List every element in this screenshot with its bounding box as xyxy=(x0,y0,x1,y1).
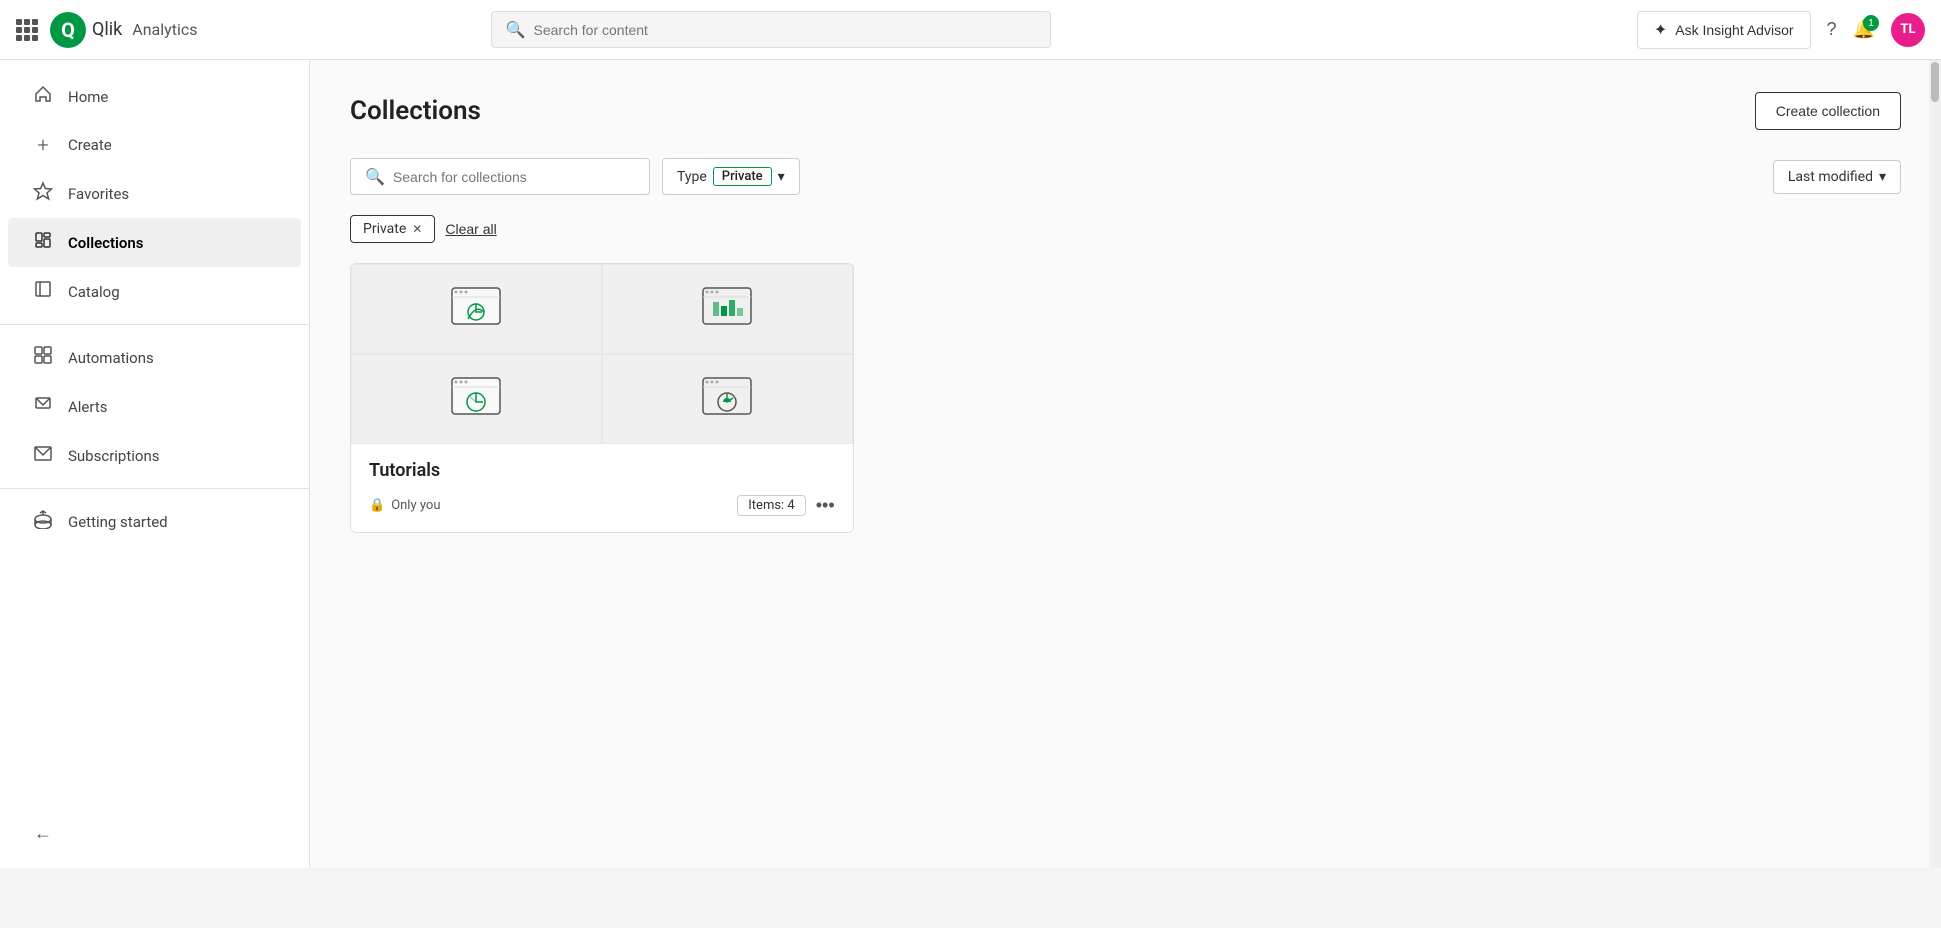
collection-owner-label: Only you xyxy=(391,498,440,513)
alerts-icon xyxy=(32,394,54,419)
sidebar-divider-2 xyxy=(0,488,309,489)
collection-search-bar: 🔍 xyxy=(350,158,650,195)
type-filter-dropdown[interactable]: Type Private ▾ xyxy=(662,158,800,195)
subscriptions-icon xyxy=(32,443,54,468)
getting-started-icon xyxy=(32,509,54,534)
sort-label: Last modified xyxy=(1788,169,1873,185)
sidebar-divider-1 xyxy=(0,324,309,325)
main-layout: Home + Create Favorites xyxy=(0,60,1941,868)
collection-card-tutorials[interactable]: Tutorials 🔒 Only you Items: 4 ••• xyxy=(350,263,854,533)
sidebar-collapse-button[interactable]: ← xyxy=(8,811,301,856)
create-collection-button[interactable]: Create collection xyxy=(1755,92,1901,130)
card-body: Tutorials 🔒 Only you Items: 4 ••• xyxy=(351,444,853,532)
collection-more-button[interactable]: ••• xyxy=(816,495,835,516)
notification-badge: 1 xyxy=(1863,15,1879,31)
collection-title: Tutorials xyxy=(369,460,835,481)
more-dots-icon: ••• xyxy=(816,495,835,516)
logo-qlik-text: Qlik xyxy=(92,19,122,40)
active-filters-row: Private ✕ Clear all xyxy=(350,215,1901,243)
scrollbar-thumb[interactable] xyxy=(1931,62,1939,102)
nav-left: Qlik Analytics xyxy=(16,12,197,48)
sidebar-bottom: ← xyxy=(0,811,309,856)
sidebar-item-favorites[interactable]: Favorites xyxy=(8,169,301,218)
sidebar-item-getting-started[interactable]: Getting started xyxy=(8,497,301,546)
search-icon: 🔍 xyxy=(506,20,526,39)
sidebar: Home + Create Favorites xyxy=(0,60,310,868)
catalog-icon xyxy=(32,279,54,304)
qlik-logo-circle xyxy=(50,12,86,48)
sidebar-item-catalog[interactable]: Catalog xyxy=(8,267,301,316)
thumb-3 xyxy=(351,354,602,444)
thumb-4 xyxy=(602,354,853,444)
type-filter-value: Private xyxy=(713,167,772,186)
insight-advisor-icon: ✦ xyxy=(1654,20,1667,40)
sidebar-item-home-label: Home xyxy=(68,88,108,106)
notifications-button[interactable]: 🔔 1 xyxy=(1853,19,1875,40)
sidebar-item-catalog-label: Catalog xyxy=(68,283,120,301)
collection-search-input[interactable] xyxy=(393,169,635,185)
main-content: Collections Create collection 🔍 Type Pri… xyxy=(310,60,1941,868)
private-filter-label: Private xyxy=(363,221,406,237)
page-header: Collections Create collection xyxy=(350,92,1901,130)
sidebar-item-create-label: Create xyxy=(68,136,112,154)
nav-right: ✦ Ask Insight Advisor ? 🔔 1 TL xyxy=(1637,11,1925,49)
global-search-input[interactable] xyxy=(534,22,1036,38)
collections-grid: Tutorials 🔒 Only you Items: 4 ••• xyxy=(350,263,1901,533)
sidebar-item-alerts-label: Alerts xyxy=(68,398,108,416)
sidebar-item-automations[interactable]: Automations xyxy=(8,333,301,382)
thumb-1 xyxy=(351,264,602,354)
collapse-icon: ← xyxy=(32,823,54,844)
private-filter-remove-icon[interactable]: ✕ xyxy=(412,222,422,236)
collection-search-icon: 🔍 xyxy=(365,167,385,186)
sidebar-item-collections[interactable]: Collections xyxy=(8,218,301,267)
items-count-badge: Items: 4 xyxy=(737,495,805,516)
create-icon: + xyxy=(32,133,54,157)
sidebar-item-getting-started-label: Getting started xyxy=(68,513,168,531)
help-icon: ? xyxy=(1827,19,1837,39)
help-button[interactable]: ? xyxy=(1827,19,1837,40)
type-filter-chevron-icon: ▾ xyxy=(778,169,785,185)
favorites-icon xyxy=(32,181,54,206)
page-title: Collections xyxy=(350,96,481,126)
sort-dropdown[interactable]: Last modified ▾ xyxy=(1773,160,1901,194)
collections-icon xyxy=(32,230,54,255)
type-filter-label: Type xyxy=(677,169,707,185)
card-footer: 🔒 Only you Items: 4 ••• xyxy=(369,495,835,516)
grid-menu-icon[interactable] xyxy=(16,19,38,41)
private-filter-tag[interactable]: Private ✕ xyxy=(350,215,435,243)
global-search-bar: 🔍 xyxy=(491,11,1051,48)
thumb-2 xyxy=(602,264,853,354)
sidebar-item-home[interactable]: Home xyxy=(8,72,301,121)
clear-all-button[interactable]: Clear all xyxy=(445,221,496,237)
user-avatar[interactable]: TL xyxy=(1891,13,1925,47)
insight-advisor-label: Ask Insight Advisor xyxy=(1675,22,1793,38)
top-navigation: Qlik Analytics 🔍 ✦ Ask Insight Advisor ?… xyxy=(0,0,1941,60)
sidebar-item-favorites-label: Favorites xyxy=(68,185,129,203)
automations-icon xyxy=(32,345,54,370)
sidebar-item-subscriptions[interactable]: Subscriptions xyxy=(8,431,301,480)
home-icon xyxy=(32,84,54,109)
sidebar-item-create[interactable]: + Create xyxy=(8,121,301,169)
global-search-container: 🔍 xyxy=(491,11,1051,48)
sidebar-item-collections-label: Collections xyxy=(68,234,144,252)
qlik-logo[interactable]: Qlik Analytics xyxy=(50,12,197,48)
filters-row: 🔍 Type Private ▾ Last modified ▾ xyxy=(350,158,1901,195)
sidebar-item-automations-label: Automations xyxy=(68,349,154,367)
insight-advisor-button[interactable]: ✦ Ask Insight Advisor xyxy=(1637,11,1811,49)
sidebar-item-subscriptions-label: Subscriptions xyxy=(68,447,159,465)
sort-chevron-icon: ▾ xyxy=(1879,169,1886,185)
sidebar-item-alerts[interactable]: Alerts xyxy=(8,382,301,431)
card-thumbnails xyxy=(351,264,853,444)
logo-analytics-text: Analytics xyxy=(132,20,197,39)
collection-owner: 🔒 Only you xyxy=(369,498,440,513)
lock-icon: 🔒 xyxy=(369,498,385,513)
scrollbar-track xyxy=(1929,60,1941,868)
